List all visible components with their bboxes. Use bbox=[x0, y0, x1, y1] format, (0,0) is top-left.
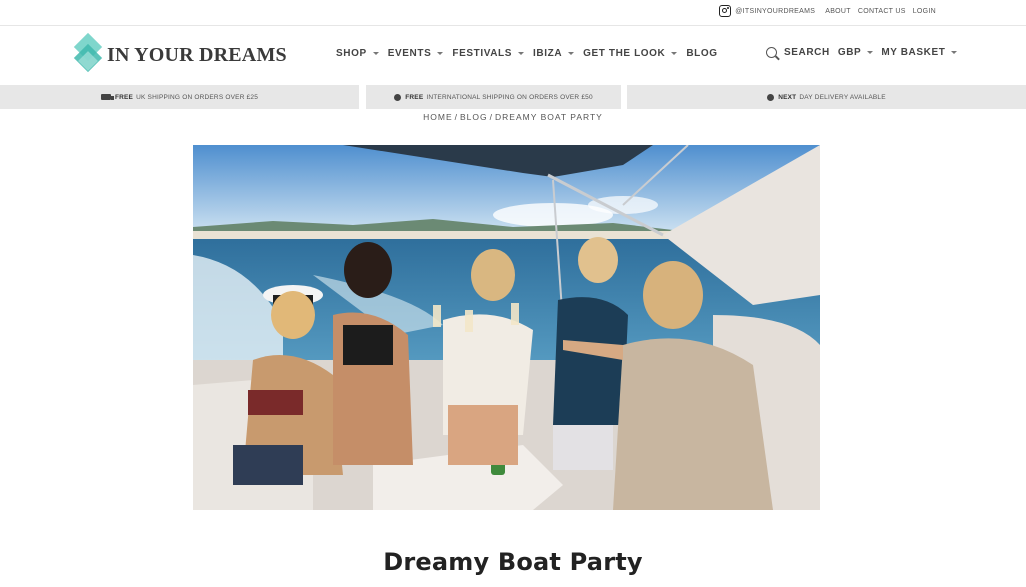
breadcrumb-current: DREAMY BOAT PARTY bbox=[495, 112, 603, 122]
currency-selector[interactable]: GBP bbox=[837, 47, 874, 58]
nav-item-festivals[interactable]: FESTIVALS bbox=[452, 48, 525, 59]
instagram-handle-link[interactable]: @ITSINYOURDREAMS bbox=[735, 8, 815, 15]
next-day-text: DAY DELIVERY AVAILABLE bbox=[799, 93, 886, 101]
breadcrumb-home[interactable]: HOME bbox=[423, 112, 453, 122]
nav-item-ibiza[interactable]: IBIZA bbox=[533, 48, 575, 59]
chevron-down-icon bbox=[568, 52, 575, 55]
post-title: Dreamy Boat Party bbox=[383, 548, 643, 576]
login-link[interactable]: LOGIN bbox=[913, 8, 936, 15]
diamond-logo-icon bbox=[73, 32, 103, 76]
basket-button[interactable]: MY BASKET bbox=[881, 47, 958, 58]
intl-shipping-text: INTERNATIONAL SHIPPING ON ORDERS OVER £5… bbox=[426, 93, 593, 101]
top-utility-links: @ITSINYOURDREAMS ABOUT CONTACT US LOGIN bbox=[719, 5, 936, 17]
nav-item-shop[interactable]: SHOP bbox=[336, 48, 379, 59]
about-link[interactable]: ABOUT bbox=[825, 8, 851, 15]
nav-label: EVENTS bbox=[387, 48, 432, 59]
search-icon bbox=[766, 47, 777, 58]
site-logo[interactable]: IN YOUR DREAMS bbox=[73, 32, 287, 76]
currency-label: GBP bbox=[837, 47, 862, 58]
globe-icon bbox=[394, 93, 402, 101]
chevron-down-icon bbox=[437, 52, 444, 55]
next-day-delivery-banner: NEXT DAY DELIVERY AVAILABLE bbox=[627, 85, 1026, 109]
top-utility-bar: @ITSINYOURDREAMS ABOUT CONTACT US LOGIN bbox=[0, 0, 1026, 24]
chevron-down-icon bbox=[671, 52, 678, 55]
chevron-down-icon bbox=[951, 51, 958, 54]
nav-item-events[interactable]: EVENTS bbox=[388, 48, 444, 59]
contact-us-link[interactable]: CONTACT US bbox=[858, 8, 906, 15]
blog-hero-image bbox=[193, 145, 820, 510]
header-actions: SEARCH GBP MY BASKET bbox=[766, 47, 958, 58]
basket-label: MY BASKET bbox=[881, 47, 946, 58]
breadcrumb: HOME / BLOG / DREAMY BOAT PARTY bbox=[0, 112, 1026, 122]
clock-icon bbox=[767, 93, 775, 101]
main-nav: SHOP EVENTS FESTIVALS IBIZA GET THE LOOK… bbox=[336, 48, 718, 59]
uk-shipping-text: UK SHIPPING ON ORDERS OVER £25 bbox=[136, 93, 259, 101]
site-header: IN YOUR DREAMS SHOP EVENTS FESTIVALS IBI… bbox=[0, 26, 1026, 84]
chevron-down-icon bbox=[372, 52, 379, 55]
brand-name: IN YOUR DREAMS bbox=[107, 43, 287, 66]
truck-icon bbox=[100, 94, 114, 100]
nav-label: GET THE LOOK bbox=[583, 48, 666, 59]
instagram-icon[interactable] bbox=[719, 5, 732, 17]
chevron-down-icon bbox=[867, 51, 874, 54]
uk-shipping-bold: FREE bbox=[114, 93, 134, 101]
search-button[interactable]: SEARCH bbox=[766, 47, 830, 58]
nav-label: SHOP bbox=[336, 48, 367, 59]
breadcrumb-separator: / bbox=[454, 112, 458, 122]
intl-shipping-bold: FREE bbox=[405, 93, 424, 101]
breadcrumb-separator: / bbox=[489, 112, 493, 122]
nav-label: BLOG bbox=[686, 48, 718, 59]
nav-item-blog[interactable]: BLOG bbox=[686, 48, 717, 59]
nav-label: IBIZA bbox=[533, 48, 563, 59]
international-shipping-banner: FREE INTERNATIONAL SHIPPING ON ORDERS OV… bbox=[366, 85, 621, 109]
uk-shipping-banner: FREE UK SHIPPING ON ORDERS OVER £25 bbox=[0, 85, 359, 109]
breadcrumb-blog[interactable]: BLOG bbox=[460, 112, 488, 122]
next-day-bold: NEXT bbox=[778, 93, 797, 101]
nav-item-get-the-look[interactable]: GET THE LOOK bbox=[583, 48, 678, 59]
chevron-down-icon bbox=[518, 52, 525, 55]
nav-label: FESTIVALS bbox=[452, 48, 513, 59]
search-label: SEARCH bbox=[784, 47, 830, 58]
